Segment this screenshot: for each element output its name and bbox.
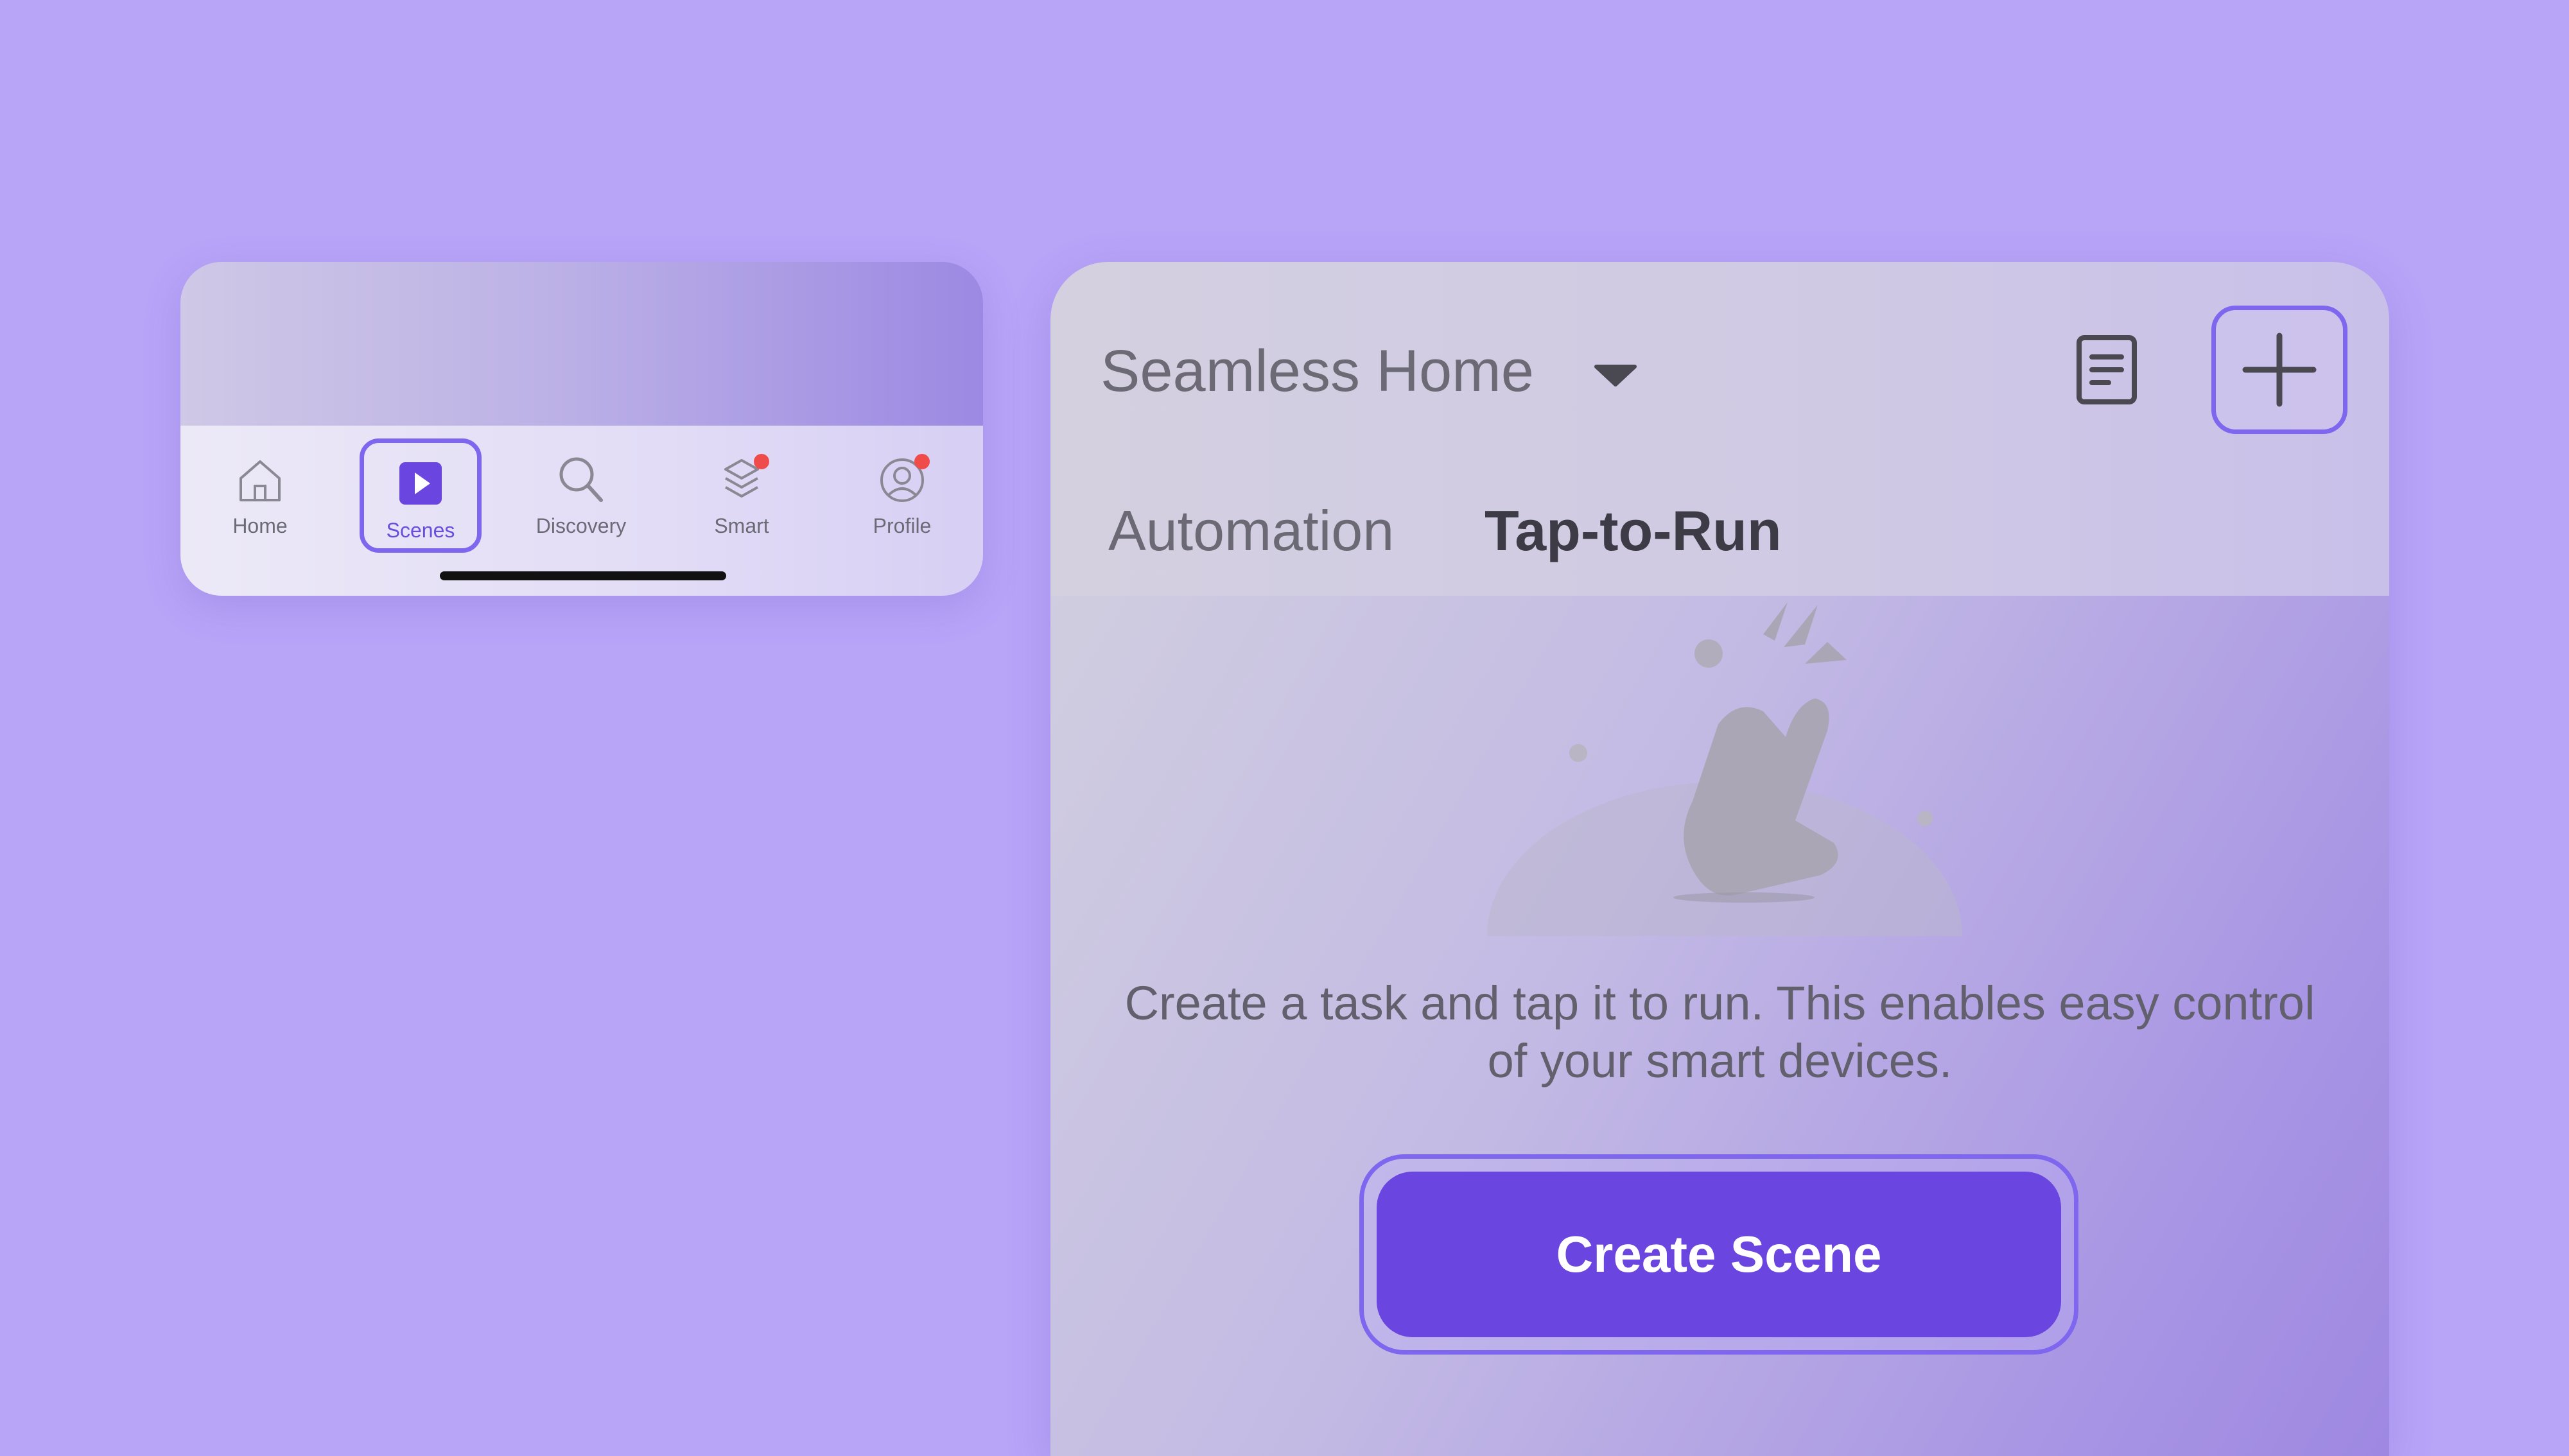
header: Seamless Home Automation Tap-to-Run xyxy=(1050,262,2389,596)
tab-home[interactable]: Home xyxy=(199,438,321,553)
chevron-down-icon[interactable] xyxy=(1590,355,1641,394)
tab-smart-label: Smart xyxy=(714,514,769,537)
tab-smart[interactable]: Smart xyxy=(681,438,803,553)
bottom-tab-bar: Home Scenes Discovery Smart Profile xyxy=(180,426,983,596)
tab-discovery-label: Discovery xyxy=(536,514,627,537)
notification-badge xyxy=(914,454,930,469)
tab-profile[interactable]: Profile xyxy=(841,438,963,553)
home-selector[interactable]: Seamless Home xyxy=(1101,338,1534,405)
home-icon xyxy=(231,451,289,509)
content-area-preview xyxy=(180,262,983,426)
home-indicator xyxy=(440,571,726,580)
play-icon xyxy=(392,456,449,514)
tab-home-label: Home xyxy=(232,514,288,537)
tab-bar-card: Home Scenes Discovery Smart Profile xyxy=(180,262,983,596)
tab-discovery[interactable]: Discovery xyxy=(520,438,642,553)
tap-hand-illustration xyxy=(1487,602,1962,936)
tab-tap-to-run[interactable]: Tap-to-Run xyxy=(1485,498,1782,564)
notification-badge xyxy=(754,454,769,469)
tab-scenes-label: Scenes xyxy=(386,519,455,542)
add-button[interactable] xyxy=(2211,306,2347,434)
create-scene-button[interactable]: Create Scene xyxy=(1377,1172,2061,1337)
plus-icon xyxy=(2242,333,2317,407)
empty-state-description: Create a task and tap it to run. This en… xyxy=(1124,976,2315,1088)
layers-icon xyxy=(713,451,771,509)
create-scene-focus-ring: Create Scene xyxy=(1359,1154,2078,1355)
tab-automation[interactable]: Automation xyxy=(1108,498,1394,564)
tab-scenes[interactable]: Scenes xyxy=(360,438,482,553)
document-icon[interactable] xyxy=(2071,331,2142,408)
scenes-screen: Seamless Home Automation Tap-to-Run Crea… xyxy=(1050,262,2389,1456)
tab-profile-label: Profile xyxy=(873,514,932,537)
profile-icon xyxy=(873,451,931,509)
search-icon xyxy=(552,451,610,509)
